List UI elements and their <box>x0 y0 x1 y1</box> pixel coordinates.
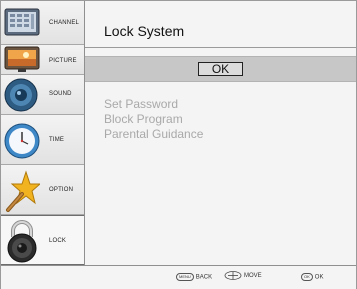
hint-move: MOVE <box>224 271 262 280</box>
channel-icon <box>4 8 40 36</box>
time-icon <box>4 123 40 159</box>
sidebar-item-label: PICTURE <box>49 58 77 64</box>
sidebar-item-label: OPTION <box>49 187 74 193</box>
sidebar-item-sound[interactable]: SOUND <box>1 75 84 115</box>
menu-window: CHANNEL PICTURE SOUND TIME OPTION LOCK L… <box>0 0 357 289</box>
footer-hint-bar: MENU BACK MOVE OK OK <box>1 265 356 289</box>
sidebar-item-label: CHANNEL <box>49 20 80 26</box>
lock-icon <box>7 220 37 263</box>
sidebar-item-label: SOUND <box>49 91 72 97</box>
sidebar-item-label: LOCK <box>49 238 67 244</box>
ok-key-icon: OK <box>301 273 313 281</box>
sidebar: CHANNEL PICTURE SOUND TIME OPTION LOCK <box>1 1 85 265</box>
hint-ok-label: OK <box>314 274 324 281</box>
menu-item-block-program[interactable]: Block Program <box>104 112 203 127</box>
sidebar-item-label: TIME <box>49 137 65 143</box>
sidebar-item-lock[interactable]: LOCK <box>1 215 84 265</box>
page-title: Lock System <box>104 23 185 39</box>
option-icon <box>6 170 40 212</box>
hint-ok: OK OK <box>301 273 323 281</box>
picture-icon <box>4 46 40 72</box>
sidebar-item-time[interactable]: TIME <box>1 115 84 165</box>
hint-back-label: BACK <box>195 274 213 281</box>
menu-item-set-password[interactable]: Set Password <box>104 97 203 112</box>
hint-back: MENU BACK <box>176 273 212 281</box>
sidebar-item-channel[interactable]: CHANNEL <box>1 1 84 45</box>
sidebar-item-picture[interactable]: PICTURE <box>1 45 84 75</box>
title-divider <box>85 47 356 48</box>
move-dpad-icon <box>224 271 242 280</box>
menu-key-icon: MENU <box>176 273 194 281</box>
sound-icon <box>4 78 38 112</box>
menu-item-parental-guidance[interactable]: Parental Guidance <box>104 127 203 142</box>
lock-options-list: Set Password Block Program Parental Guid… <box>104 97 203 142</box>
hint-move-label: MOVE <box>244 273 262 280</box>
ok-button[interactable]: OK <box>198 62 243 76</box>
sidebar-item-option[interactable]: OPTION <box>1 165 84 215</box>
